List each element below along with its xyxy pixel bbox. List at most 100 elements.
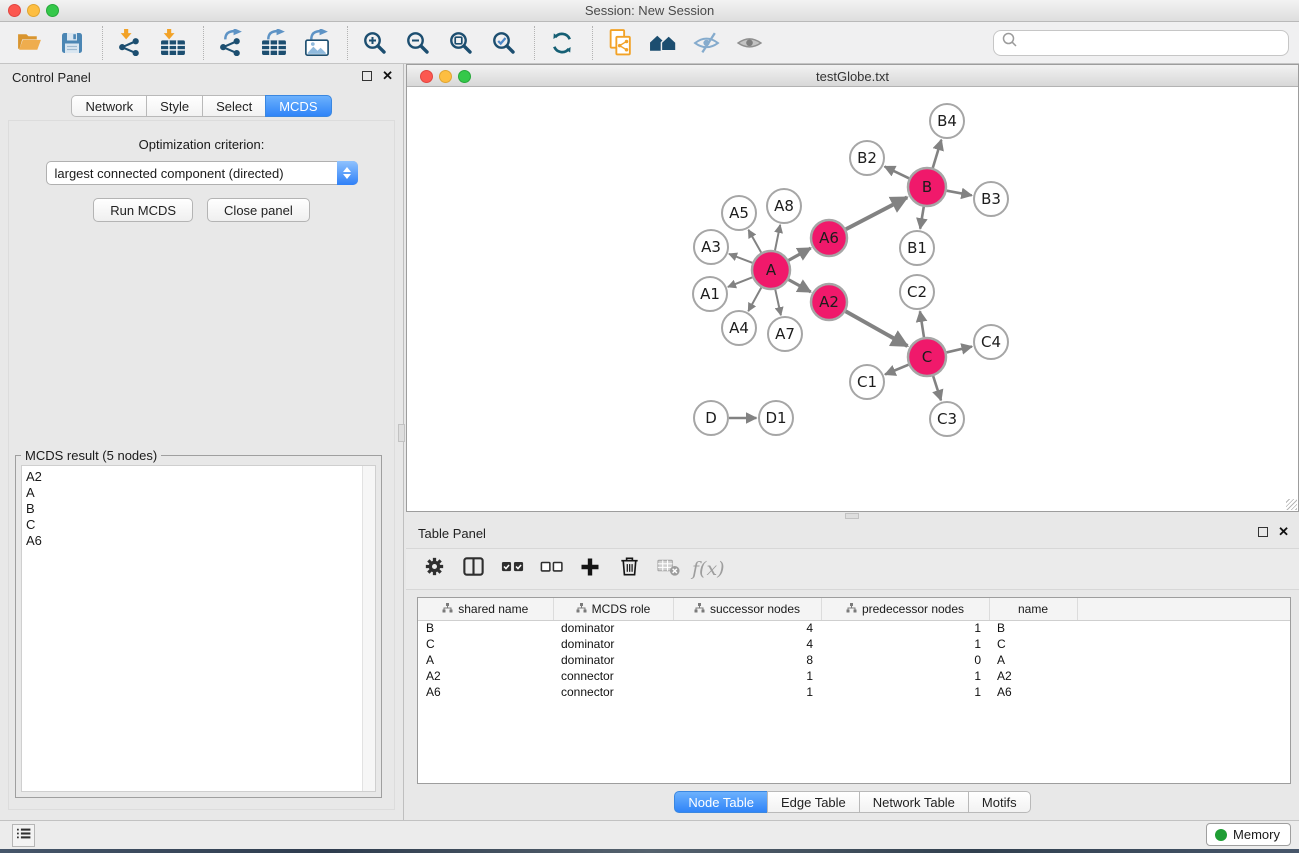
refresh-layout-button[interactable]: [547, 28, 577, 58]
table-cell[interactable]: C: [989, 636, 1077, 652]
table-cell[interactable]: A6: [418, 684, 553, 700]
column-header-name[interactable]: name: [989, 598, 1077, 620]
table-row[interactable]: Adominator80A: [418, 652, 1290, 668]
mcds-result-item[interactable]: B: [26, 501, 375, 517]
graph-node-C3[interactable]: C3: [930, 402, 964, 436]
table-cell[interactable]: 1: [821, 636, 989, 652]
table-cell[interactable]: 8: [673, 652, 821, 668]
graph-edge-C-C4[interactable]: [946, 346, 971, 352]
tab-style[interactable]: Style: [146, 95, 202, 117]
column-header-predecessor-nodes[interactable]: predecessor nodes: [821, 598, 989, 620]
import-table-button[interactable]: [158, 28, 188, 58]
graph-edge-A-A4[interactable]: [748, 288, 761, 312]
export-network-button[interactable]: [216, 28, 246, 58]
run-mcds-button[interactable]: Run MCDS: [93, 198, 193, 222]
graph-node-A[interactable]: A: [752, 251, 790, 289]
create-column-button[interactable]: [575, 554, 605, 584]
table-cell[interactable]: connector: [553, 668, 673, 684]
open-session-button[interactable]: [14, 28, 44, 58]
graph-edge-A2-C[interactable]: [846, 311, 908, 346]
horizontal-split-handle[interactable]: [845, 513, 859, 519]
table-row[interactable]: A6connector11A6: [418, 684, 1290, 700]
show-details-button[interactable]: [734, 28, 764, 58]
graph-node-C[interactable]: C: [908, 338, 946, 376]
graph-edge-A-A5[interactable]: [748, 230, 761, 253]
float-table-panel-icon[interactable]: [1258, 527, 1268, 537]
export-table-button[interactable]: [259, 28, 289, 58]
table-cell[interactable]: B: [989, 620, 1077, 636]
table-cell[interactable]: C: [418, 636, 553, 652]
vertical-split-handle[interactable]: [398, 424, 405, 442]
graph-node-B1[interactable]: B1: [900, 231, 934, 265]
export-image-button[interactable]: [302, 28, 332, 58]
table-cell[interactable]: 4: [673, 636, 821, 652]
mcds-result-item[interactable]: C: [26, 517, 375, 533]
close-table-panel-icon[interactable]: ✕: [1278, 526, 1289, 538]
zoom-in-button[interactable]: [360, 28, 390, 58]
tab-network-table[interactable]: Network Table: [859, 791, 968, 813]
graph-node-C1[interactable]: C1: [850, 365, 884, 399]
graph-edge-C-C2[interactable]: [920, 311, 924, 337]
table-mode-button[interactable]: [419, 554, 449, 584]
table-cell[interactable]: 1: [821, 668, 989, 684]
mcds-result-list[interactable]: A2ABCA6: [21, 465, 376, 792]
table-cell[interactable]: 1: [821, 684, 989, 700]
graph-node-A4[interactable]: A4: [722, 311, 756, 345]
show-panels-button[interactable]: [12, 824, 35, 847]
hide-details-button[interactable]: [691, 28, 721, 58]
graph-node-A2[interactable]: A2: [811, 284, 847, 320]
graph-edge-C-C1[interactable]: [885, 365, 908, 375]
save-session-button[interactable]: [57, 28, 87, 58]
table-cell[interactable]: 4: [673, 620, 821, 636]
graph-node-A8[interactable]: A8: [767, 189, 801, 223]
table-row[interactable]: Bdominator41B: [418, 620, 1290, 636]
graph-edge-A-A6[interactable]: [789, 248, 811, 260]
network-canvas[interactable]: B4B2BB3B1A5A8A6A3AA1A2C2A4A7C4CC1C3DD1: [407, 88, 1298, 511]
graph-edge-B-B1[interactable]: [920, 207, 924, 229]
tab-select[interactable]: Select: [202, 95, 265, 117]
graph-edge-B-B2[interactable]: [885, 167, 909, 179]
mcds-result-item[interactable]: A2: [26, 469, 375, 485]
show-column-button[interactable]: [458, 554, 488, 584]
zoom-out-button[interactable]: [403, 28, 433, 58]
graph-node-C4[interactable]: C4: [974, 325, 1008, 359]
column-header-successor-nodes[interactable]: successor nodes: [673, 598, 821, 620]
table-cell[interactable]: 1: [673, 684, 821, 700]
import-network-button[interactable]: [115, 28, 145, 58]
search-field[interactable]: [993, 30, 1289, 56]
graph-edge-A-A2[interactable]: [789, 280, 811, 292]
graph-node-A6[interactable]: A6: [811, 220, 847, 256]
close-panel-icon[interactable]: ✕: [382, 70, 393, 82]
delete-columns-button[interactable]: [614, 554, 644, 584]
tab-mcds[interactable]: MCDS: [265, 95, 331, 117]
delete-table-button[interactable]: [653, 554, 683, 584]
graph-node-B4[interactable]: B4: [930, 104, 964, 138]
graph-edge-B-B4[interactable]: [933, 140, 942, 168]
tab-motifs[interactable]: Motifs: [968, 791, 1031, 813]
table-cell[interactable]: A6: [989, 684, 1077, 700]
table-cell[interactable]: connector: [553, 684, 673, 700]
graph-edge-B-B3[interactable]: [947, 191, 972, 196]
zoom-fit-button[interactable]: [446, 28, 476, 58]
table-cell[interactable]: A: [989, 652, 1077, 668]
graph-node-B3[interactable]: B3: [974, 182, 1008, 216]
zoom-selected-button[interactable]: [489, 28, 519, 58]
function-builder-button[interactable]: f(x): [692, 554, 725, 584]
table-cell[interactable]: B: [418, 620, 553, 636]
table-cell[interactable]: A2: [418, 668, 553, 684]
list-scrollbar[interactable]: [362, 466, 375, 791]
search-input[interactable]: [1019, 35, 1281, 50]
graph-edge-A-A3[interactable]: [729, 254, 752, 263]
criterion-dropdown[interactable]: largest connected component (directed): [46, 161, 358, 185]
column-header-mcds-role[interactable]: MCDS role: [553, 598, 673, 620]
graph-node-D1[interactable]: D1: [759, 401, 793, 435]
table-cell[interactable]: A: [418, 652, 553, 668]
graph-node-D[interactable]: D: [694, 401, 728, 435]
table-cell[interactable]: 1: [673, 668, 821, 684]
table-row[interactable]: Cdominator41C: [418, 636, 1290, 652]
graph-node-A7[interactable]: A7: [768, 317, 802, 351]
tab-edge-table[interactable]: Edge Table: [767, 791, 859, 813]
graph-edge-A6-B[interactable]: [846, 197, 907, 229]
table-cell[interactable]: dominator: [553, 652, 673, 668]
select-all-columns-button[interactable]: [497, 554, 527, 584]
